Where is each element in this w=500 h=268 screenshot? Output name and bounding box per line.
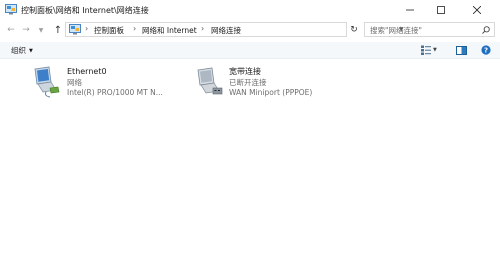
close-icon [473, 6, 481, 14]
connection-item-broadband[interactable]: 宽带连接 已断开连接 WAN Miniport (PPPOE) [195, 66, 335, 102]
breadcrumb-network-connections[interactable]: 网络连接 [211, 25, 241, 36]
organize-button[interactable]: 组织 ▼ [11, 45, 33, 56]
chevron-down-icon: ▼ [433, 47, 437, 53]
connection-status: 已断开连接 [229, 77, 267, 87]
search-icon [482, 26, 490, 34]
control-panel-icon [5, 4, 17, 15]
breadcrumb-control-panel[interactable]: 控制面板 [94, 25, 124, 36]
help-icon: ? [481, 45, 491, 55]
title-bar: 控制面板\网络和 Internet\网络连接 [0, 0, 500, 20]
organize-label: 组织 [11, 46, 26, 55]
refresh-button[interactable]: ↻ [347, 22, 361, 37]
forward-button[interactable]: → [19, 23, 33, 37]
view-options-button[interactable]: ▼ [421, 44, 437, 56]
connection-info: Ethernet0 网络 Intel(R) PRO/1000 MT N... [67, 67, 163, 99]
minimize-icon [406, 9, 414, 11]
control-panel-icon [69, 24, 81, 35]
connection-name: Ethernet0 [67, 67, 107, 76]
connection-device: Intel(R) PRO/1000 MT N... [67, 88, 163, 97]
address-bar[interactable]: › 控制面板 › 网络和 Internet › 网络连接 ▼ [65, 22, 404, 37]
maximize-icon [437, 6, 445, 14]
window-title: 控制面板\网络和 Internet\网络连接 [21, 6, 149, 15]
broadband-connection-icon [197, 67, 223, 95]
arrow-left-icon: ← [7, 25, 15, 35]
back-button[interactable]: ← [4, 23, 18, 37]
arrow-right-icon: → [22, 25, 30, 35]
preview-pane-icon [456, 45, 467, 55]
recent-locations-button[interactable]: ▼ [34, 23, 48, 37]
chevron-down-icon: ▼ [29, 48, 33, 54]
maximize-button[interactable] [428, 0, 454, 20]
search-input[interactable]: 搜索"网络连接" [364, 22, 495, 37]
connection-name: 宽带连接 [229, 67, 261, 76]
connection-info: 宽带连接 已断开连接 WAN Miniport (PPPOE) [229, 67, 312, 99]
ethernet-adapter-icon [34, 66, 60, 98]
breadcrumb-separator[interactable]: › [201, 24, 204, 33]
breadcrumb-network-internet[interactable]: 网络和 Internet [142, 25, 197, 36]
chevron-down-icon: ▼ [38, 26, 44, 34]
view-tiles-icon [421, 45, 431, 55]
connection-device: WAN Miniport (PPPOE) [229, 88, 313, 97]
preview-pane-button[interactable] [456, 44, 467, 56]
breadcrumb-separator[interactable]: › [85, 24, 88, 33]
minimize-button[interactable] [397, 0, 423, 20]
up-button[interactable]: ↑ [51, 23, 65, 37]
arrow-up-icon: ↑ [53, 24, 63, 36]
connection-status: 网络 [67, 77, 82, 87]
svg-text:?: ? [484, 47, 488, 55]
search-placeholder: 搜索"网络连接" [370, 26, 422, 35]
command-bar: 组织 ▼ ▼ ? [0, 42, 500, 59]
connection-item-ethernet0[interactable]: Ethernet0 网络 Intel(R) PRO/1000 MT N... [32, 66, 172, 102]
breadcrumb-separator[interactable]: › [133, 24, 136, 33]
help-button[interactable]: ? [481, 44, 491, 56]
refresh-icon: ↻ [350, 24, 358, 35]
close-button[interactable] [464, 0, 490, 20]
